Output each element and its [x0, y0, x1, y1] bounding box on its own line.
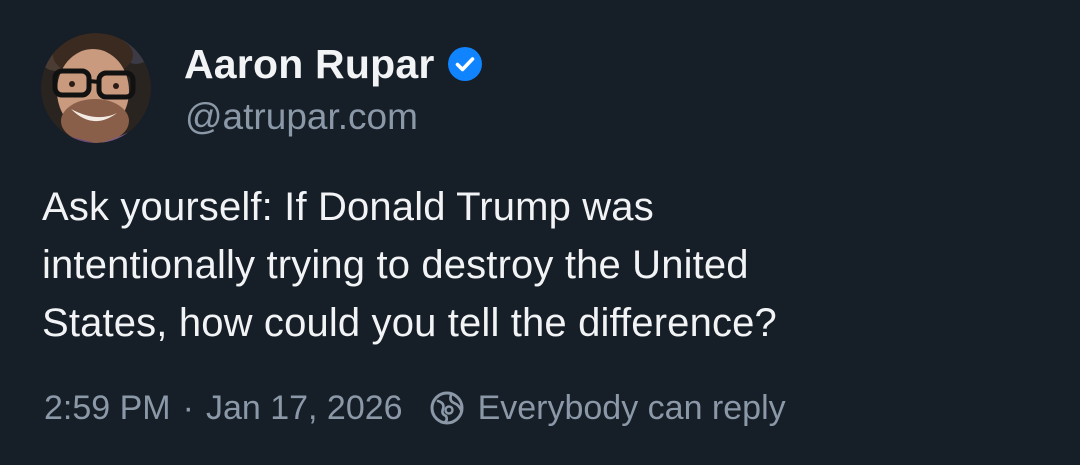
post-text-line: intentionally trying to destroy the Unit… [42, 243, 749, 287]
post-date[interactable]: Jan 17, 2026 [206, 389, 403, 428]
author-avatar[interactable] [41, 33, 151, 143]
post-text-line: States, how could you tell the differenc… [42, 301, 777, 345]
post-time[interactable]: 2:59 PM [44, 389, 171, 428]
reply-setting[interactable]: Everybody can reply [478, 389, 786, 428]
meta-separator: · [182, 388, 194, 427]
post-card: Aaron Rupar @atrupar.com Ask yourself: I… [0, 0, 1080, 465]
post-text-line: Ask yourself: If Donald Trump was [42, 185, 654, 229]
verified-badge-icon [447, 46, 483, 82]
author-name-row: Aaron Rupar [184, 38, 483, 90]
globe-icon [429, 390, 465, 426]
post-text: Ask yourself: If Donald Trump was intent… [42, 178, 1042, 352]
post-meta: 2:59 PM · Jan 17, 2026 Everybody can rep… [44, 386, 786, 430]
author-handle[interactable]: @atrupar.com [185, 96, 418, 138]
author-display-name[interactable]: Aaron Rupar [184, 41, 435, 88]
